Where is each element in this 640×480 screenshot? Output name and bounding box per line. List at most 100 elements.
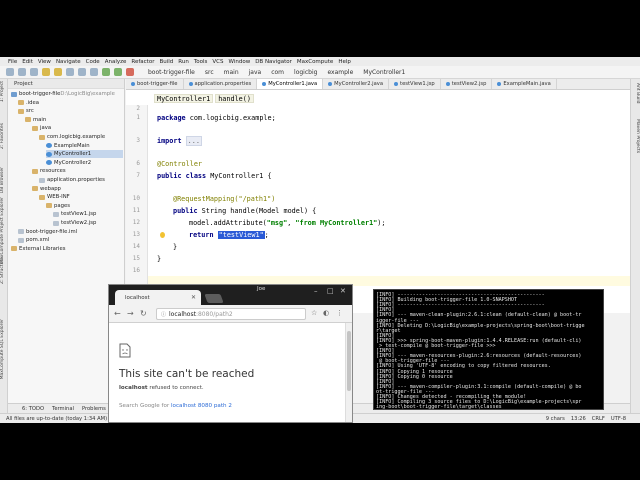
cut-icon[interactable] xyxy=(66,68,74,76)
selected-string[interactable]: "testView1" xyxy=(217,231,265,239)
left-tool-tab[interactable]: MaxCompute Project Explorer xyxy=(0,197,8,264)
status-item[interactable]: CRLF xyxy=(592,416,605,422)
editor-tab[interactable]: testView1.jsp xyxy=(389,79,441,89)
reload-icon[interactable]: ↻ xyxy=(140,309,147,318)
sync-icon[interactable] xyxy=(30,68,38,76)
maximize-icon[interactable]: □ xyxy=(327,287,334,295)
left-tool-tab[interactable]: 2: Favorites xyxy=(0,123,8,149)
tree-item[interactable]: MyController2 xyxy=(46,159,91,167)
menu-item-maxcompute[interactable]: MaxCompute xyxy=(297,59,333,65)
forward-icon[interactable]: → xyxy=(127,309,134,318)
stop-icon[interactable] xyxy=(126,68,134,76)
right-tool-tab[interactable]: Maven Projects xyxy=(632,119,640,153)
redo-icon[interactable] xyxy=(54,68,62,76)
status-item[interactable]: UTF-8 xyxy=(611,416,626,422)
extension-icon[interactable]: ◐ xyxy=(323,309,329,317)
status-item[interactable]: 13:26 xyxy=(571,416,586,422)
new-tab-button[interactable] xyxy=(204,294,224,303)
left-tool-tab[interactable]: MaxCompute SQL Explorer xyxy=(0,319,8,379)
toolbar-crumb[interactable]: com xyxy=(271,69,284,76)
tree-item[interactable]: .idea xyxy=(18,99,39,107)
menu-icon[interactable]: ⋮ xyxy=(336,309,343,317)
tree-item[interactable]: com.logicbig.example xyxy=(39,133,105,141)
browser-tab[interactable]: localhost ✕ xyxy=(115,290,201,305)
menu-item-help[interactable]: Help xyxy=(338,59,351,65)
toolbar-crumb[interactable]: main xyxy=(224,69,239,76)
save-icon[interactable] xyxy=(18,68,26,76)
search-link[interactable]: localhost 8080 path 2 xyxy=(171,403,232,409)
toolbar-crumb[interactable]: logicbig xyxy=(294,69,317,76)
right-tool-tab[interactable]: Ant Build xyxy=(632,83,640,103)
tree-item[interactable]: boot-trigger-file.iml xyxy=(18,228,77,236)
minimize-icon[interactable]: – xyxy=(314,287,318,295)
bookmark-star-icon[interactable]: ☆ xyxy=(311,309,317,317)
tree-item[interactable]: External Libraries xyxy=(11,245,66,253)
menu-item-db-navigator[interactable]: DB Navigator xyxy=(255,59,292,65)
menu-item-refactor[interactable]: Refactor xyxy=(131,59,154,65)
tree-item[interactable]: pom.xml xyxy=(18,236,49,244)
lightbulb-icon[interactable] xyxy=(160,232,165,238)
toolbar-crumb[interactable]: java xyxy=(249,69,262,76)
menu-item-edit[interactable]: Edit xyxy=(22,59,33,65)
tree-item[interactable]: testView1.jsp xyxy=(53,210,96,218)
editor-tab[interactable]: MyController2.java xyxy=(323,79,390,89)
project-panel-header[interactable]: Project xyxy=(8,79,124,89)
address-bar[interactable]: ⓘ localhost:8080/path2 xyxy=(156,308,306,320)
tree-item[interactable]: ExampleMain xyxy=(46,142,90,150)
toolbar-crumb[interactable]: src xyxy=(205,69,214,76)
copy-icon[interactable] xyxy=(78,68,86,76)
browser-scrollbar[interactable] xyxy=(345,323,352,422)
tree-item[interactable]: resources xyxy=(32,167,66,175)
left-tool-tab[interactable]: Z: Structure xyxy=(0,257,8,284)
menu-item-build[interactable]: Build xyxy=(159,59,173,65)
status-item[interactable]: 9 chars xyxy=(546,416,565,422)
menu-item-window[interactable]: Window xyxy=(229,59,251,65)
maven-terminal[interactable]: [INFO] ---------------------------------… xyxy=(373,289,604,410)
debug-icon[interactable] xyxy=(114,68,122,76)
tree-item[interactable]: boot-trigger-file D:\LogicBig\example xyxy=(11,90,115,98)
left-tool-tab[interactable]: DB Browser xyxy=(0,167,8,193)
back-icon[interactable]: ← xyxy=(114,309,121,318)
tree-item[interactable]: WEB-INF xyxy=(39,193,70,201)
menu-item-navigate[interactable]: Navigate xyxy=(56,59,81,65)
profile-name[interactable]: Joe xyxy=(257,286,265,292)
menu-item-run[interactable]: Run xyxy=(178,59,189,65)
left-tool-tab[interactable]: 1: Project xyxy=(0,81,8,102)
breadcrumb-method[interactable]: handle() xyxy=(215,94,254,103)
toolbar-crumb[interactable]: boot-trigger-file xyxy=(148,69,195,76)
tree-item[interactable]: java xyxy=(32,124,51,132)
close-icon[interactable]: ✕ xyxy=(191,294,196,301)
bottom-tab[interactable]: 6: TODO xyxy=(22,406,44,412)
paste-icon[interactable] xyxy=(90,68,98,76)
code-editor[interactable]: MyController1 handle() 1 2 3 6 7 10 11 12 13 14 15… xyxy=(126,90,630,313)
editor-tab[interactable]: MyController1.java xyxy=(257,79,324,89)
toolbar-crumb[interactable]: MyController1 xyxy=(363,69,405,76)
tree-item[interactable]: testView2.jsp xyxy=(53,219,96,227)
menu-item-analyze[interactable]: Analyze xyxy=(105,59,127,65)
editor-tab[interactable]: boot-trigger-file xyxy=(126,79,184,89)
bottom-tab[interactable]: Terminal xyxy=(52,406,74,412)
toolbar-crumb[interactable]: example xyxy=(327,69,353,76)
menu-item-file[interactable]: File xyxy=(8,59,17,65)
window-close-icon[interactable]: ✕ xyxy=(340,287,346,295)
menu-item-code[interactable]: Code xyxy=(86,59,100,65)
editor-tab[interactable]: application.properties xyxy=(184,79,258,89)
menu-item-vcs[interactable]: VCS xyxy=(212,59,223,65)
tree-item[interactable]: main xyxy=(25,116,46,124)
editor-tab[interactable]: ExampleMain.java xyxy=(492,79,557,89)
menu-item-tools[interactable]: Tools xyxy=(194,59,208,65)
open-icon[interactable] xyxy=(6,68,14,76)
tree-item[interactable]: pages xyxy=(46,202,70,210)
scrollbar-thumb[interactable] xyxy=(347,331,351,391)
breadcrumb-class[interactable]: MyController1 xyxy=(154,94,214,103)
tree-item[interactable]: MyController1 xyxy=(46,150,123,159)
undo-icon[interactable] xyxy=(42,68,50,76)
editor-tab[interactable]: testView2.jsp xyxy=(441,79,493,89)
tree-item[interactable]: webapp xyxy=(32,185,61,193)
info-icon[interactable]: ⓘ xyxy=(161,311,166,318)
menu-item-view[interactable]: View xyxy=(38,59,51,65)
bottom-tab[interactable]: Problems xyxy=(82,406,106,412)
run-icon[interactable] xyxy=(102,68,110,76)
import-fold[interactable]: ... xyxy=(185,136,202,146)
tree-item[interactable]: src xyxy=(18,107,34,115)
